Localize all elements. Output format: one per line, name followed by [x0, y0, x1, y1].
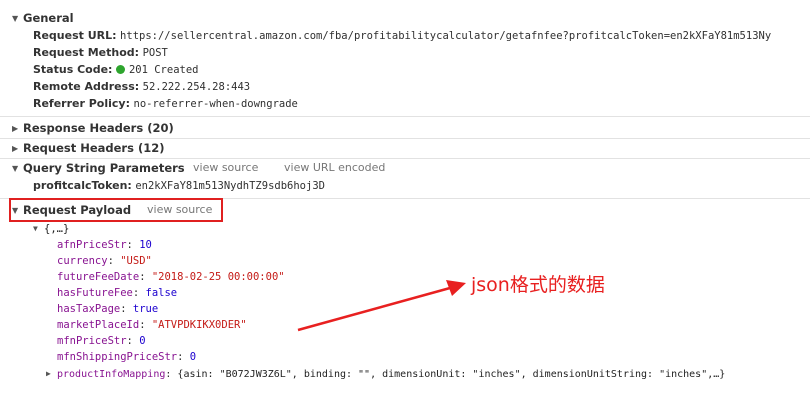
annotation-arrow-icon: [297, 280, 466, 332]
annotation-label: json格式的数据: [471, 274, 605, 296]
